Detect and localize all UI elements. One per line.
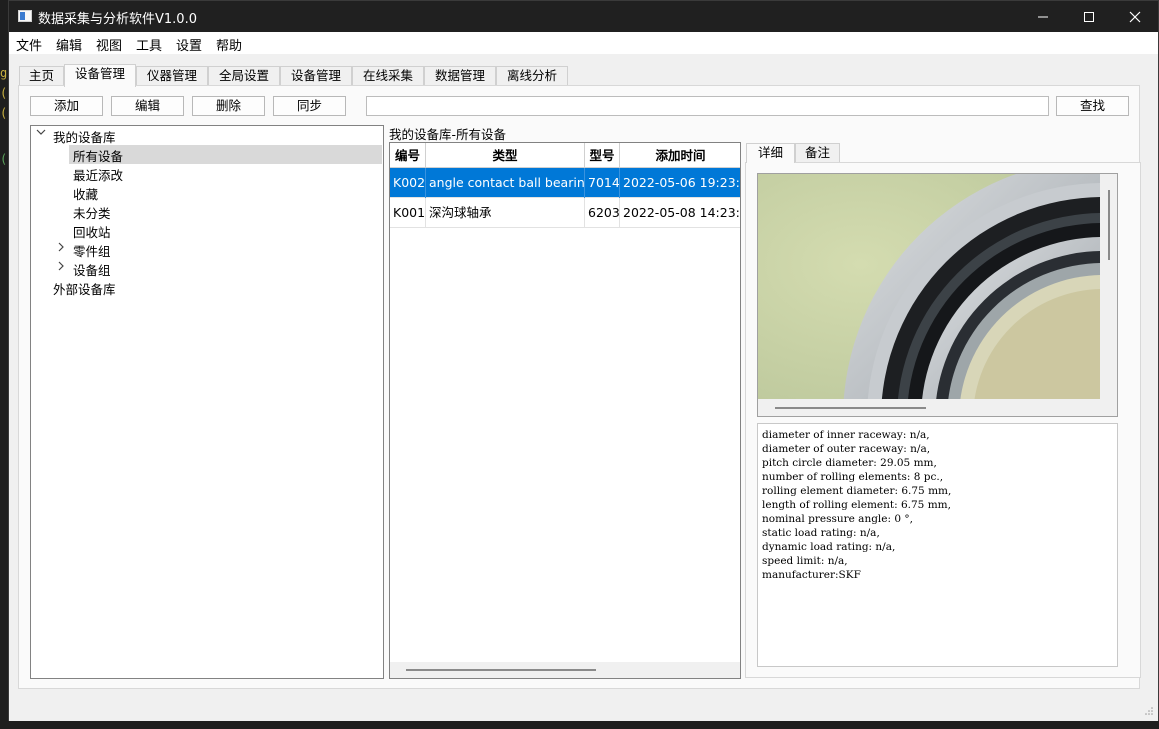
cell-added-time: 2022-05-06 19:23:26 <box>623 175 740 190</box>
scrollbar-thumb[interactable] <box>775 407 926 409</box>
maximize-icon <box>1084 11 1094 22</box>
window-title: 数据采集与分析软件V1.0.0 <box>38 12 197 27</box>
device-details-text[interactable]: diameter of inner raceway: n/a, diameter… <box>757 423 1118 667</box>
detail-line: static load rating: n/a, <box>762 527 880 539</box>
app-icon <box>18 10 32 22</box>
image-vertical-scrollbar[interactable] <box>1101 174 1117 400</box>
tab-device-management[interactable]: 设备管理 <box>64 64 136 87</box>
close-button[interactable] <box>1112 1 1158 32</box>
tab-device-management-2[interactable]: 设备管理 <box>280 66 352 86</box>
tree-item-recycle-bin[interactable]: 回收站 <box>73 222 111 241</box>
scrollbar-thumb[interactable] <box>1108 190 1110 260</box>
find-button[interactable]: 查找 <box>1056 96 1129 116</box>
close-icon <box>1129 11 1141 22</box>
resize-grip-dots <box>1145 707 1153 715</box>
menu-edit[interactable]: 编辑 <box>56 35 82 54</box>
device-library-tree[interactable]: 我的设备库 所有设备 最近添改 收藏 未分类 回收站 零件组 设备组 外部设备库 <box>30 125 384 679</box>
background-glyph: ( <box>0 106 8 120</box>
tree-root-my-library[interactable]: 我的设备库 <box>53 127 116 146</box>
tab-offline-analysis[interactable]: 离线分析 <box>496 66 568 86</box>
image-horizontal-scrollbar[interactable] <box>758 399 1117 416</box>
expand-arrow-icon[interactable] <box>56 242 66 255</box>
cell-model: 6203 <box>585 198 620 228</box>
maximize-button[interactable] <box>1066 1 1112 32</box>
chevron-right-icon <box>58 242 64 252</box>
column-header-id[interactable]: 编号 <box>390 143 426 168</box>
cell-id: K001 <box>390 198 426 228</box>
detail-line: pitch circle diameter: 29.05 mm, <box>762 457 937 469</box>
client-area: 主页 设备管理 仪器管理 全局设置 设备管理 在线采集 数据管理 离线分析 添加… <box>9 54 1158 721</box>
tab-notes[interactable]: 备注 <box>795 143 840 163</box>
search-input[interactable] <box>366 96 1049 116</box>
tree-item-uncategorized[interactable]: 未分类 <box>73 203 111 222</box>
background-editor-strip: g ( ( ( <box>0 0 8 729</box>
cell-type: angle contact ball bearing <box>426 168 585 198</box>
device-table[interactable]: 编号 类型 型号 添加时间 K002 angle contact ball be… <box>389 142 741 679</box>
cell-model: 7014 <box>585 168 620 198</box>
detail-line: rolling element diameter: 6.75 mm, <box>762 485 952 497</box>
menu-bar: 文件 编辑 视图 工具 设置 帮助 <box>9 32 1158 54</box>
background-glyph: ( <box>0 86 8 100</box>
tree-item-favorites[interactable]: 收藏 <box>73 184 98 203</box>
tab-global-settings[interactable]: 全局设置 <box>208 66 280 86</box>
delete-button[interactable]: 删除 <box>192 96 265 116</box>
column-header-type[interactable]: 类型 <box>426 143 585 168</box>
device-image-view[interactable] <box>757 173 1118 417</box>
column-header-model[interactable]: 型号 <box>585 143 620 168</box>
detail-line: manufacturer:SKF <box>762 569 861 581</box>
menu-tools[interactable]: 工具 <box>136 35 162 54</box>
scrollbar-thumb[interactable] <box>406 669 596 671</box>
minimize-button[interactable] <box>1020 1 1066 32</box>
table-row[interactable]: K002 angle contact ball bearing 7014 202… <box>390 168 740 198</box>
detail-line: dynamic load rating: n/a, <box>762 541 896 553</box>
expand-arrow-icon[interactable] <box>56 261 66 274</box>
menu-help[interactable]: 帮助 <box>216 35 242 54</box>
sync-button[interactable]: 同步 <box>273 96 346 116</box>
menu-file[interactable]: 文件 <box>16 35 42 54</box>
detail-line: speed limit: n/a, <box>762 555 848 567</box>
detail-line: diameter of inner raceway: n/a, <box>762 429 930 441</box>
table-header: 编号 类型 型号 添加时间 <box>390 143 740 168</box>
tab-instrument-management[interactable]: 仪器管理 <box>136 66 208 86</box>
tree-item-parts-group[interactable]: 零件组 <box>73 241 111 260</box>
cell-added-time: 2022-05-08 14:23:01 <box>623 205 740 220</box>
menu-settings[interactable]: 设置 <box>176 35 202 54</box>
column-header-added-time[interactable]: 添加时间 <box>620 143 740 168</box>
list-title: 我的设备库-所有设备 <box>389 127 507 142</box>
chevron-down-icon <box>36 129 46 135</box>
tree-item-all-devices[interactable]: 所有设备 <box>73 146 123 165</box>
tab-data-management[interactable]: 数据管理 <box>424 66 496 86</box>
cell-id: K002 <box>390 168 426 198</box>
background-glyph: g <box>0 66 8 80</box>
minimize-icon <box>1038 16 1048 17</box>
detail-line: number of rolling elements: 8 pc., <box>762 471 944 483</box>
detail-line: nominal pressure angle: 0 °, <box>762 513 913 525</box>
tab-detail[interactable]: 详细 <box>746 143 795 163</box>
detail-line: length of rolling element: 6.75 mm, <box>762 499 951 511</box>
detail-line: diameter of outer raceway: n/a, <box>762 443 931 455</box>
cell-type: 深沟球轴承 <box>426 198 585 228</box>
device-management-page: 添加 编辑 删除 同步 查找 我的设备库 所有设备 最近添改 收藏 未分类 回收… <box>18 85 1141 689</box>
bearing-photo <box>758 174 1117 416</box>
title-bar[interactable]: 数据采集与分析软件V1.0.0 <box>9 1 1158 32</box>
background-glyph: ( <box>0 152 8 166</box>
table-row[interactable]: K001 深沟球轴承 6203 2022-05-08 14:23:01 <box>390 198 740 228</box>
table-horizontal-scrollbar[interactable] <box>390 662 740 678</box>
add-button[interactable]: 添加 <box>30 96 103 116</box>
chevron-right-icon <box>58 261 64 271</box>
tab-home[interactable]: 主页 <box>19 66 64 86</box>
tree-item-device-group[interactable]: 设备组 <box>73 260 111 279</box>
resize-grip-icon[interactable] <box>1144 706 1154 716</box>
menu-view[interactable]: 视图 <box>96 35 122 54</box>
edit-button[interactable]: 编辑 <box>111 96 184 116</box>
detail-page: diameter of inner raceway: n/a, diameter… <box>745 162 1141 678</box>
tree-root-external-library[interactable]: 外部设备库 <box>53 279 116 298</box>
main-window: 数据采集与分析软件V1.0.0 文件 编辑 视图 工具 设置 帮助 主页 设备管… <box>8 0 1159 721</box>
tree-item-recent[interactable]: 最近添改 <box>73 165 123 184</box>
tab-online-acquisition[interactable]: 在线采集 <box>352 66 424 86</box>
expand-arrow-icon[interactable] <box>36 127 46 140</box>
